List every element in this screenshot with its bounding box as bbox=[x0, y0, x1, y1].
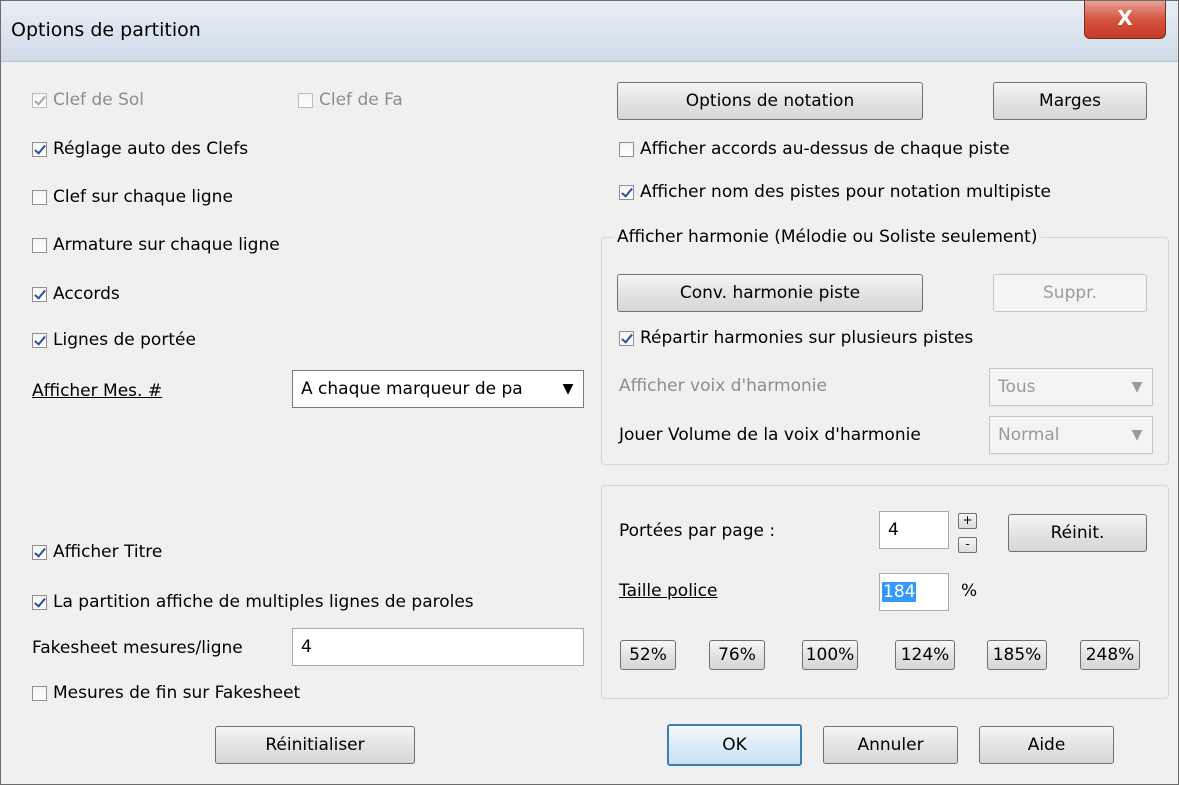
show-voice-label: Afficher voix d'harmonie bbox=[619, 376, 827, 396]
checkbox-icon bbox=[32, 286, 47, 302]
checkbox-label: Afficher accords au-dessus de chaque pis… bbox=[640, 139, 1010, 159]
select-value: A chaque marqueur de pa bbox=[301, 379, 523, 399]
clef-fa-checkbox[interactable]: Clef de Fa bbox=[298, 90, 403, 110]
spin-up-button[interactable]: + bbox=[958, 513, 977, 529]
options-dialog: Options de partition X Clef de Sol Clef … bbox=[0, 0, 1179, 785]
checkbox-label: Afficher Titre bbox=[53, 542, 163, 562]
checkbox-icon bbox=[619, 141, 634, 157]
margins-button[interactable]: Marges bbox=[993, 82, 1147, 120]
show-bar-number-label: Afficher Mes. # bbox=[32, 381, 163, 401]
checkbox-label: Afficher nom des pistes pour notation mu… bbox=[640, 182, 1051, 202]
preset-52-button[interactable]: 52% bbox=[620, 640, 676, 670]
help-button[interactable]: Aide bbox=[979, 726, 1114, 764]
preset-100-button[interactable]: 100% bbox=[802, 640, 858, 670]
checkbox-label: Accords bbox=[53, 284, 120, 304]
auto-clefs-checkbox[interactable]: Réglage auto des Clefs bbox=[32, 139, 248, 159]
preset-124-button[interactable]: 124% bbox=[895, 640, 955, 670]
preset-185-button[interactable]: 185% bbox=[987, 640, 1047, 670]
font-size-label: Taille police bbox=[619, 581, 717, 601]
checkbox-icon bbox=[32, 141, 47, 157]
close-button[interactable]: X bbox=[1084, 1, 1166, 39]
font-size-value: 184 bbox=[882, 582, 917, 602]
checkbox-icon bbox=[619, 330, 634, 346]
select-value: Normal bbox=[998, 425, 1060, 445]
checkbox-label: Armature sur chaque ligne bbox=[53, 235, 280, 255]
dialog-title: Options de partition bbox=[11, 19, 201, 41]
chords-checkbox[interactable]: Accords bbox=[32, 284, 120, 304]
notation-options-button[interactable]: Options de notation bbox=[617, 82, 923, 120]
preset-76-button[interactable]: 76% bbox=[709, 640, 765, 670]
preset-248-button[interactable]: 248% bbox=[1080, 640, 1140, 670]
select-value: Tous bbox=[998, 377, 1036, 397]
checkbox-label: Clef de Sol bbox=[53, 90, 145, 110]
staves-per-page-input[interactable]: 4 bbox=[879, 511, 949, 549]
staves-per-page-label: Portées par page : bbox=[619, 521, 776, 541]
title-bar: Options de partition X bbox=[1, 1, 1178, 62]
checkbox-label: Lignes de portée bbox=[53, 330, 196, 350]
clef-each-line-checkbox[interactable]: Clef sur chaque ligne bbox=[32, 187, 233, 207]
checkbox-icon bbox=[32, 685, 47, 701]
checkbox-label: Réglage auto des Clefs bbox=[53, 139, 249, 159]
harmony-group-title: Afficher harmonie (Mélodie ou Soliste se… bbox=[613, 227, 1042, 247]
checkbox-icon bbox=[619, 184, 634, 200]
reset-button[interactable]: Réinitialiser bbox=[215, 726, 415, 764]
cancel-button[interactable]: Annuler bbox=[823, 726, 958, 764]
checkbox-icon bbox=[32, 332, 47, 348]
checkbox-label: Clef de Fa bbox=[319, 90, 403, 110]
checkbox-label: Clef sur chaque ligne bbox=[53, 187, 233, 207]
clef-sol-checkbox[interactable]: Clef de Sol bbox=[32, 90, 144, 110]
checkbox-icon bbox=[32, 92, 47, 108]
checkbox-icon bbox=[32, 544, 47, 560]
checkbox-icon bbox=[32, 189, 47, 205]
staff-lines-checkbox[interactable]: Lignes de portée bbox=[32, 330, 196, 350]
show-title-checkbox[interactable]: Afficher Titre bbox=[32, 542, 162, 562]
checkbox-icon bbox=[32, 594, 47, 610]
harmony-volume-label: Jouer Volume de la voix d'harmonie bbox=[619, 425, 921, 445]
ok-button[interactable]: OK bbox=[667, 724, 802, 766]
fakesheet-bars-input[interactable]: 4 bbox=[292, 628, 584, 666]
show-bar-number-select[interactable]: A chaque marqueur de pa ▼ bbox=[292, 370, 584, 408]
dropdown-arrow-icon: ▼ bbox=[1131, 427, 1143, 443]
harmony-volume-select[interactable]: Normal ▼ bbox=[989, 416, 1153, 454]
track-names-checkbox[interactable]: Afficher nom des pistes pour notation mu… bbox=[619, 182, 1051, 202]
chords-above-checkbox[interactable]: Afficher accords au-dessus de chaque pis… bbox=[619, 139, 1010, 159]
show-voice-select[interactable]: Tous ▼ bbox=[989, 368, 1153, 406]
dropdown-arrow-icon: ▼ bbox=[1131, 379, 1143, 395]
fakesheet-label: Fakesheet mesures/ligne bbox=[32, 638, 243, 658]
font-size-label-text: Taille police bbox=[619, 581, 718, 601]
checkbox-label: Répartir harmonies sur plusieurs pistes bbox=[640, 328, 974, 348]
delete-button[interactable]: Suppr. bbox=[993, 274, 1147, 312]
checkbox-icon bbox=[298, 92, 313, 108]
percent-label: % bbox=[961, 581, 978, 601]
checkbox-icon bbox=[32, 237, 47, 253]
spin-down-button[interactable]: - bbox=[958, 537, 977, 553]
key-each-line-checkbox[interactable]: Armature sur chaque ligne bbox=[32, 235, 280, 255]
checkbox-label: La partition affiche de multiples lignes… bbox=[53, 592, 474, 612]
font-size-input[interactable]: 184 bbox=[879, 573, 949, 611]
checkbox-label: Mesures de fin sur Fakesheet bbox=[53, 683, 301, 703]
multi-lyrics-checkbox[interactable]: La partition affiche de multiples lignes… bbox=[32, 592, 474, 612]
dropdown-arrow-icon: ▼ bbox=[562, 381, 574, 397]
split-harmony-checkbox[interactable]: Répartir harmonies sur plusieurs pistes bbox=[619, 328, 973, 348]
reinit-button[interactable]: Réinit. bbox=[1008, 514, 1147, 552]
convert-harmony-button[interactable]: Conv. harmonie piste bbox=[617, 274, 923, 312]
end-bars-checkbox[interactable]: Mesures de fin sur Fakesheet bbox=[32, 683, 300, 703]
